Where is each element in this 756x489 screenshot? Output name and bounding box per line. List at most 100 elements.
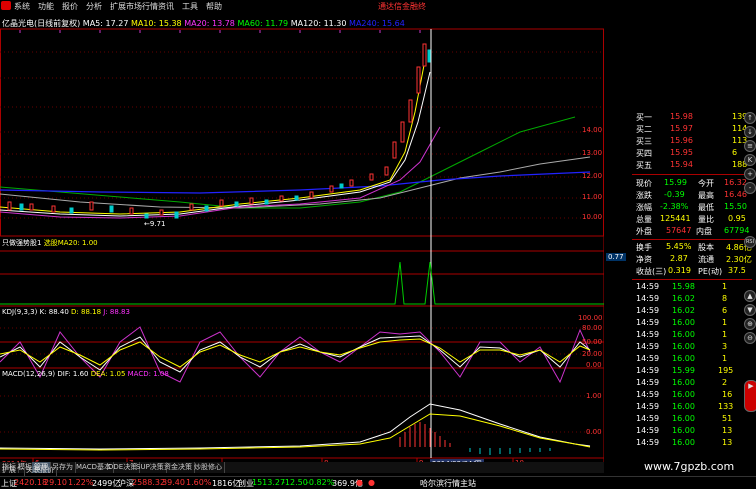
stock-name: 亿晶光电(日线前复权) [2, 19, 81, 28]
page-down-button[interactable]: ▼ [744, 304, 756, 316]
menu-item-ext-market[interactable]: 扩展市场行情 [110, 1, 158, 12]
sh-pct: 1.22% [68, 478, 94, 487]
macd-dif: DIF: 1.60 [57, 370, 89, 378]
window-controls-area [434, 0, 756, 12]
zoom-in-button[interactable]: + [744, 168, 756, 180]
menu-item-function[interactable]: 功能 [38, 1, 54, 12]
ma10-label: MA10: 15.38 [130, 19, 182, 28]
page-up-button[interactable]: ▲ [744, 290, 756, 302]
extension-tabs: 扩展^ 关联报价 [0, 465, 604, 476]
ma60-label: MA60: 11.79 [237, 19, 289, 28]
tick-row: 14:59 15.98 1 [636, 282, 728, 291]
kdj-tick-80: 80.00 [582, 324, 603, 332]
cy-pct: -0.82% [306, 478, 335, 487]
quote-row: 涨跌 -0.39 最高 16.46 [636, 190, 747, 200]
orderbook-row[interactable]: 买四 15.95 6 [604, 148, 752, 159]
quote-row: 换手 5.45% 股本 4.86亿 [636, 242, 752, 252]
menu-item-info[interactable]: 资讯 [158, 1, 174, 12]
cy-value: 1513.27 [252, 478, 286, 487]
tick-row: 14:59 15.99 195 [636, 366, 734, 375]
chart-area[interactable]: 亿晶光电(日线前复权) MA5: 17.27 MA10: 15.38 MA20:… [0, 12, 626, 469]
zoom-out-button[interactable]: - [744, 182, 756, 194]
remove-button[interactable]: ⊖ [744, 332, 756, 344]
low-price-marker: ←9.71 [144, 220, 166, 228]
watermark: www.7gpzb.com [644, 460, 735, 473]
tick-row: 14:59 16.00 2 [636, 378, 728, 387]
kdj-d: D: 88.18 [71, 308, 102, 316]
quote-row: 净资 2.87 流通 2.30亿 [636, 254, 752, 264]
price-tick-2: 13.00 [582, 149, 603, 157]
hs-amount: 1816亿 [212, 479, 241, 488]
cy-change: -12.50 [282, 478, 308, 487]
tick-row: 14:59 16.00 3 [636, 342, 728, 351]
orderbook-row[interactable]: 买五 15.94 188 [604, 160, 752, 171]
kdj-title: KDJ(9,3,3) [2, 308, 38, 316]
ma5-label: MA5: 17.27 [82, 19, 129, 28]
macd-title: MACD(12,26,9) [2, 370, 56, 378]
price-tick-1: 14.00 [582, 126, 603, 134]
kdj-tick-20: 20.00 [582, 350, 603, 358]
ma120-label: MA120: 11.30 [290, 19, 347, 28]
quote-row: 外盘 57647 内盘 67794 [636, 226, 750, 236]
sh-value: 2420.18 [14, 478, 48, 487]
tick-row: 14:59 16.00 1 [636, 318, 728, 327]
price-tick-4: 11.00 [582, 193, 603, 201]
tick-row: 14:59 16.00 1 [636, 330, 728, 339]
sh-amount: 2499亿 [92, 479, 121, 488]
ma240-label: MA240: 15.64 [349, 19, 405, 28]
server-name: 哈尔滨行情主站 [420, 479, 476, 488]
menu-item-quote[interactable]: 报价 [62, 1, 78, 12]
tab-related-quote[interactable]: 关联报价 [24, 465, 57, 476]
indicator1-title: 只做强势股1 [2, 239, 42, 247]
indicator1-value: 选股MA20: 1.00 [43, 239, 98, 247]
scroll-up-button[interactable]: ↑ [744, 112, 756, 124]
orderbook-row[interactable]: 买二 15.97 114 [604, 124, 752, 135]
add-button[interactable]: ⊕ [744, 318, 756, 330]
menu-item-tools[interactable]: 工具 [182, 1, 198, 12]
menu-button[interactable]: ≡ [744, 140, 756, 152]
tab-extend[interactable]: 扩展^ [0, 465, 25, 476]
tick-row: 14:59 16.00 133 [636, 402, 734, 411]
kline-button[interactable]: K [744, 154, 756, 166]
price-tick-5: 10.00 [582, 213, 603, 221]
quote-row: 现价 15.99 今开 16.32 [636, 178, 747, 188]
tick-row: 14:59 16.02 8 [636, 294, 728, 303]
macd-tick-1: 1.00 [586, 392, 602, 400]
quote-panel: 买一 15.98 139 买二 15.97 114 买三 15.96 113 买四 15.95… [604, 110, 756, 468]
app-logo-icon [1, 1, 11, 10]
kdj-tick-50: 50.00 [582, 338, 603, 346]
sh-change: 29.10 [44, 478, 67, 487]
menu-item-help[interactable]: 帮助 [206, 1, 222, 12]
ma20-label: MA20: 13.78 [184, 19, 235, 28]
quote-row: 总量 125441 量比 0.95 [636, 214, 746, 224]
status-indicator-icon: ● [368, 478, 375, 487]
hs-change: 39.40 [162, 478, 185, 487]
quote-row: 涨幅 -2.38% 最低 15.50 [636, 202, 747, 212]
broker-tagline: 通达信金融终 [378, 2, 426, 11]
hs-value: 2588.32 [132, 478, 166, 487]
scroll-down-button[interactable]: ↓ [744, 126, 756, 138]
hs-pct: 1.60% [186, 478, 212, 487]
tick-row: 14:59 16.00 13 [636, 438, 733, 447]
quote-row: 收益(三) 0.319 PE(动) 37.5 [636, 266, 746, 276]
kdj-k: K: 88.40 [39, 308, 69, 316]
play-button[interactable]: ▶ [744, 380, 756, 412]
kdj-tick-0: 0.00 [586, 361, 602, 369]
tick-row: 14:59 16.00 16 [636, 390, 733, 399]
macd-dea: DEA: 1.05 [90, 370, 126, 378]
status-bar: 上证 2420.18 29.10 1.22% 2499亿 沪深 2588.32 … [0, 476, 756, 488]
menu-item-analysis[interactable]: 分析 [86, 1, 102, 12]
macd-tick-0: 0.00 [586, 428, 602, 436]
orderbook-row[interactable]: 买三 15.96 113 [604, 136, 752, 147]
tick-row: 14:59 16.02 6 [636, 306, 728, 315]
macd-value: MACD: 1.08 [127, 370, 169, 378]
status-indicator-icon: ● [356, 478, 363, 487]
rsi-button[interactable]: RSI [744, 236, 756, 248]
tick-row: 14:59 16.00 13 [636, 426, 733, 435]
orderbook-row[interactable]: 买一 15.98 139 [604, 112, 752, 123]
tick-row: 14:59 16.00 51 [636, 414, 733, 423]
kdj-tick-100: 100.00 [578, 314, 603, 322]
price-tick-3: 12.00 [582, 172, 603, 180]
kdj-j: J: 88.83 [103, 308, 130, 316]
menu-item-system[interactable]: 系统 [14, 1, 30, 12]
